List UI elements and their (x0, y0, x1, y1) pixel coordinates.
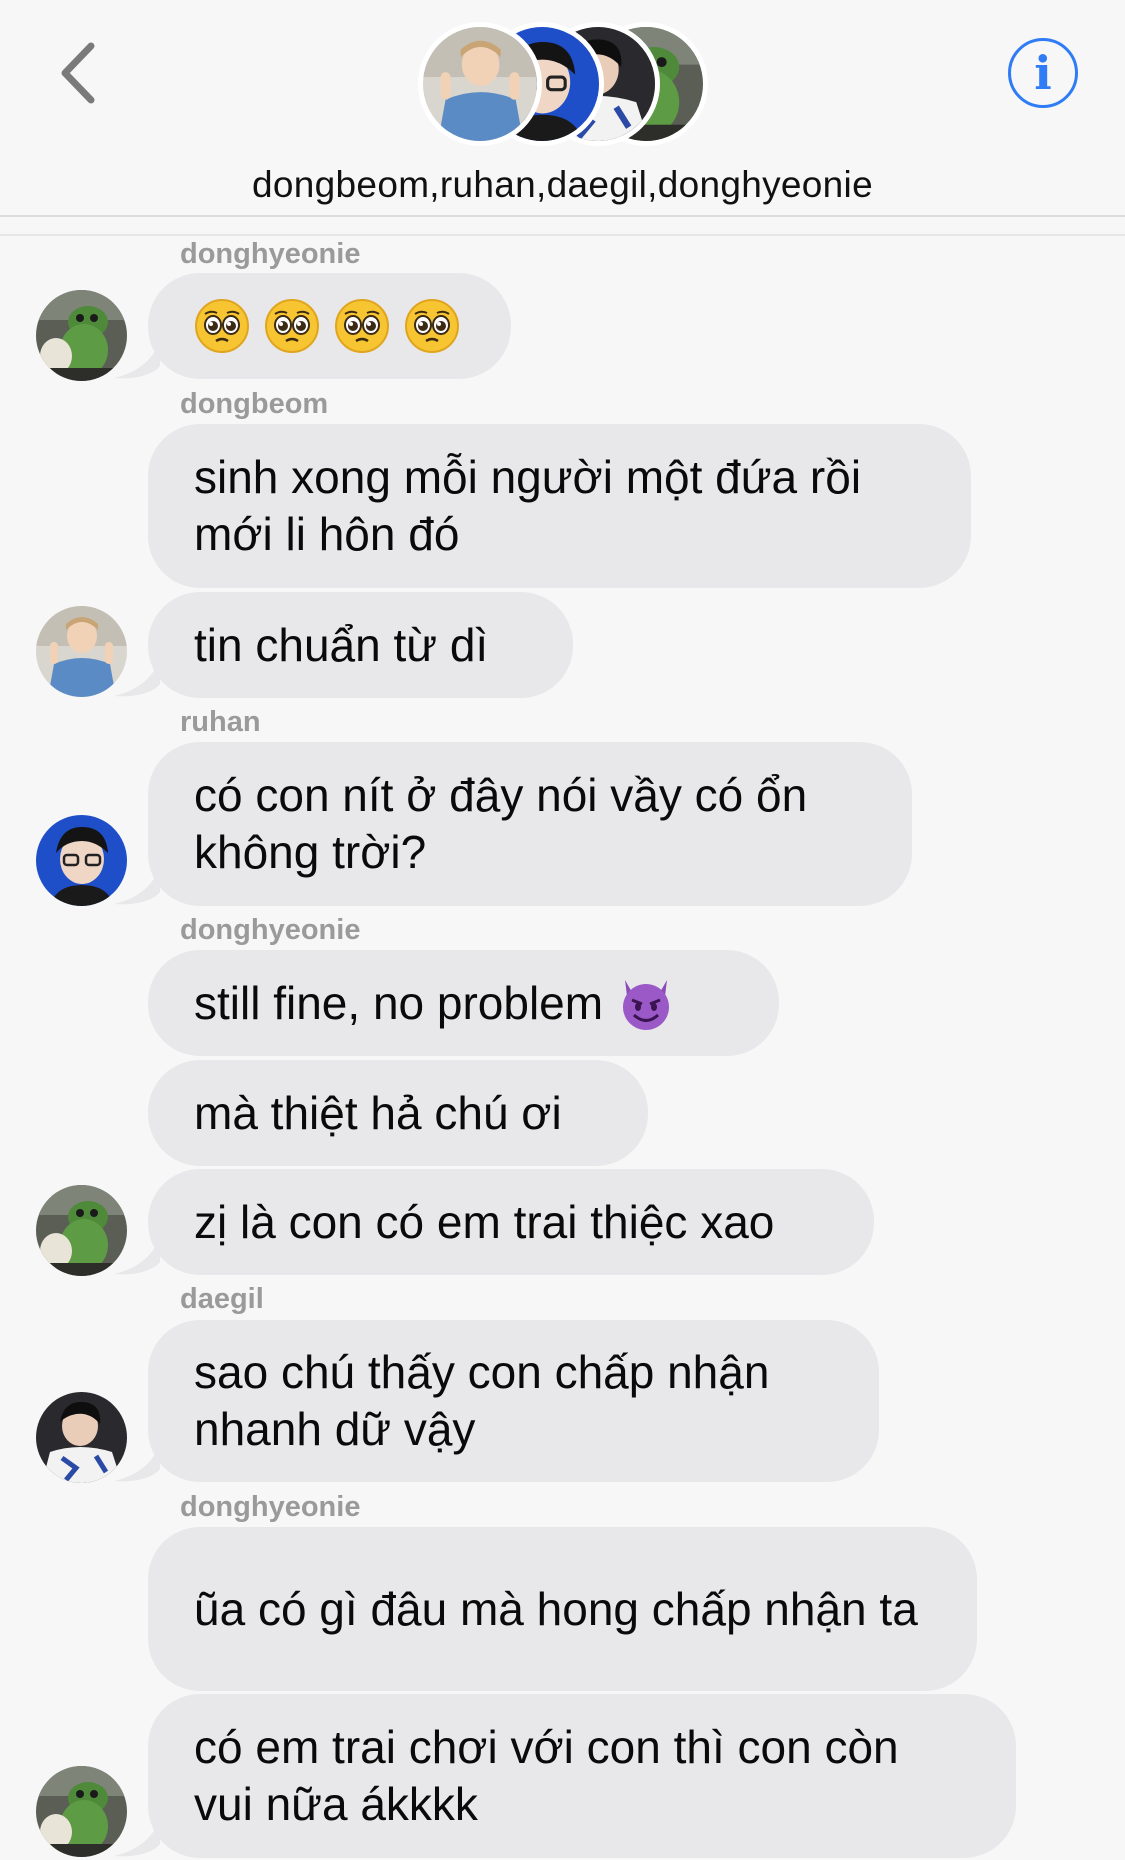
message-text: mà thiệt hả chú ơi (194, 1086, 562, 1139)
message-bubble[interactable]: sao chú thấy con chấp nhận nhanh dữ vậy (148, 1320, 879, 1482)
message-text: tin chuẩn từ dì (194, 618, 489, 671)
message-bubble[interactable]: mà thiệt hả chú ơi (148, 1060, 648, 1166)
info-button[interactable]: i (1008, 38, 1078, 108)
message-bubble[interactable]: có con nít ở đây nói vầy có ổn không trờ… (148, 742, 912, 906)
message-text: still fine, no problem (194, 976, 604, 1029)
group-title[interactable]: dongbeom,ruhan,daegil,donghyeonie (0, 164, 1125, 206)
message-bubble[interactable]: có em trai chơi với con thì con còn vui … (148, 1694, 1016, 1858)
pleading-face-icon (334, 298, 390, 354)
sender-name: dongbeom (180, 388, 329, 420)
sender-name: daegil (180, 1283, 264, 1315)
info-icon: i (1034, 46, 1052, 100)
message-bubble[interactable]: still fine, no problem (148, 950, 779, 1056)
divider (0, 234, 1125, 236)
emoji-group (194, 298, 460, 354)
message-bubble[interactable]: sinh xong mỗi người một đứa rồi mới li h… (148, 424, 971, 588)
avatar[interactable] (36, 1392, 127, 1483)
group-avatar-stack[interactable] (418, 22, 708, 152)
avatar[interactable] (36, 1185, 127, 1276)
message-bubble[interactable] (148, 273, 511, 379)
pleading-face-icon (194, 298, 250, 354)
message-bubble[interactable]: tin chuẩn từ dì (148, 592, 573, 698)
message-text: có em trai chơi với con thì con còn vui … (194, 1721, 899, 1830)
message-text: zị là con có em trai thiệc xao (194, 1195, 775, 1248)
back-button[interactable] (55, 38, 105, 108)
sender-name: donghyeonie (180, 1491, 361, 1523)
chevron-left-icon (61, 42, 95, 104)
message-text: ũa có gì đâu mà hong chấp nhận ta (194, 1582, 918, 1635)
group-avatar-blue (418, 22, 542, 146)
message-text: có con nít ở đây nói vầy có ổn không trờ… (194, 769, 808, 878)
smiling-devil-icon (617, 974, 675, 1032)
sender-name: donghyeonie (180, 238, 361, 270)
pleading-face-icon (404, 298, 460, 354)
message-text: sinh xong mỗi người một đứa rồi mới li h… (194, 451, 862, 560)
avatar[interactable] (36, 290, 127, 381)
avatar[interactable] (36, 815, 127, 906)
avatar[interactable] (36, 1766, 127, 1857)
pleading-face-icon (264, 298, 320, 354)
sender-name: donghyeonie (180, 914, 361, 946)
sender-name: ruhan (180, 706, 261, 738)
message-bubble[interactable]: zị là con có em trai thiệc xao (148, 1169, 874, 1275)
message-text: sao chú thấy con chấp nhận nhanh dữ vậy (194, 1346, 770, 1455)
avatar[interactable] (36, 606, 127, 697)
conversation-header: i dongbeom,ruhan,daegil,donghyeonie (0, 0, 1125, 217)
message-bubble[interactable]: ũa có gì đâu mà hong chấp nhận ta (148, 1527, 977, 1691)
